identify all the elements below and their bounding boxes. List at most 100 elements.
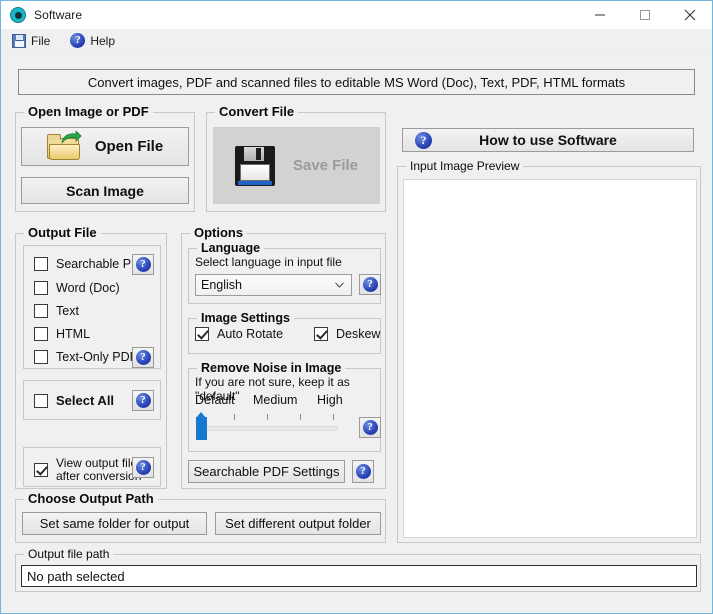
checkbox-auto-rotate[interactable]: Auto Rotate xyxy=(195,327,283,341)
help-button-language[interactable]: ? xyxy=(359,274,381,295)
output-file-path-group: Output file path No path selected xyxy=(15,547,701,592)
checkbox-view-output-label: View output files after conversion xyxy=(56,457,143,483)
convert-file-group-title: Convert File xyxy=(215,104,299,119)
output-formats-box: Searchable PDF ? Word (Doc) Text HTML Te… xyxy=(23,245,161,369)
menu-bar: File ? Help xyxy=(1,29,712,53)
checkbox-deskew[interactable]: Deskew xyxy=(314,327,380,341)
input-image-preview-title: Input Image Preview xyxy=(406,159,524,173)
save-file-label: Save File xyxy=(292,157,359,174)
noise-slider-track[interactable] xyxy=(201,426,338,431)
remove-noise-title: Remove Noise in Image xyxy=(197,361,346,375)
checkbox-word-doc[interactable]: Word (Doc) xyxy=(34,281,120,295)
noise-tick-label-medium: Medium xyxy=(253,393,298,407)
help-button-view-output[interactable]: ? xyxy=(132,457,154,478)
checkbox-view-output-box[interactable] xyxy=(34,463,48,477)
scan-image-button[interactable]: Scan Image xyxy=(21,177,189,204)
question-circle-icon: ? xyxy=(135,350,151,365)
minimize-icon[interactable] xyxy=(577,1,622,29)
output-file-path-value: No path selected xyxy=(27,568,125,584)
question-circle-icon: ? xyxy=(355,464,371,479)
open-file-button[interactable]: Open File xyxy=(21,127,189,166)
open-image-group-title: Open Image or PDF xyxy=(24,104,153,119)
checkbox-select-all[interactable]: Select All xyxy=(34,393,114,408)
banner-text: Convert images, PDF and scanned files to… xyxy=(18,69,695,95)
help-button-noise[interactable]: ? xyxy=(359,417,381,438)
output-file-group: Output File Searchable PDF ? Word (Doc) … xyxy=(15,225,167,489)
language-title: Language xyxy=(197,241,265,255)
scan-image-label: Scan Image xyxy=(66,182,144,199)
help-button-text-only-pdf[interactable]: ? xyxy=(132,347,154,368)
save-file-button[interactable]: Save File xyxy=(213,127,380,204)
noise-tick-label-high: High xyxy=(317,393,343,407)
noise-slider-thumb[interactable] xyxy=(196,412,207,440)
checkbox-html-label: HTML xyxy=(56,327,91,341)
menu-item-file-label: File xyxy=(31,33,51,48)
checkbox-text-box[interactable] xyxy=(34,304,48,318)
output-file-group-title: Output File xyxy=(24,225,101,240)
checkbox-word-doc-label: Word (Doc) xyxy=(56,281,120,295)
language-hint: Select language in input file xyxy=(195,255,342,269)
view-output-line2: after conversion xyxy=(56,469,142,483)
language-select-value: English xyxy=(201,278,242,292)
checkbox-word-doc-box[interactable] xyxy=(34,281,48,295)
window-title: Software xyxy=(34,8,83,22)
open-file-label: Open File xyxy=(94,138,164,155)
checkbox-select-all-label: Select All xyxy=(56,393,115,408)
maximize-icon[interactable] xyxy=(622,1,667,29)
output-file-path-input[interactable]: No path selected xyxy=(21,565,697,587)
question-circle-icon: ? xyxy=(135,393,151,408)
open-image-group: Open Image or PDF Open File Scan Image xyxy=(15,104,195,212)
menu-item-help[interactable]: ? Help xyxy=(67,32,118,49)
checkbox-searchable-pdf[interactable]: Searchable PDF xyxy=(34,257,148,271)
checkbox-deskew-box[interactable] xyxy=(314,327,328,341)
checkbox-auto-rotate-box[interactable] xyxy=(195,327,209,341)
floppy-disk-icon xyxy=(234,145,275,186)
searchable-pdf-settings-label: Searchable PDF Settings xyxy=(193,464,340,479)
checkbox-select-all-box[interactable] xyxy=(34,393,48,408)
app-window: Software File ? Help Convert images, PDF… xyxy=(0,0,713,614)
set-same-folder-button[interactable]: Set same folder for output xyxy=(22,512,207,535)
options-group: Options Language Select language in inpu… xyxy=(181,225,386,489)
close-icon[interactable] xyxy=(667,1,712,29)
floppy-save-icon xyxy=(12,33,26,48)
help-button-searchable-pdf-settings[interactable]: ? xyxy=(352,460,374,483)
app-circle-icon xyxy=(10,7,26,23)
noise-slider-ticks xyxy=(195,413,345,421)
checkbox-text[interactable]: Text xyxy=(34,304,79,318)
question-circle-icon: ? xyxy=(70,33,86,48)
banner-container: Convert images, PDF and scanned files to… xyxy=(10,61,703,104)
checkbox-html[interactable]: HTML xyxy=(34,327,90,341)
menu-item-file[interactable]: File xyxy=(9,33,53,49)
question-circle-icon: ? xyxy=(135,460,151,475)
input-image-preview-group: Input Image Preview xyxy=(397,159,701,543)
view-output-box: View output files after conversion ? xyxy=(23,447,161,487)
output-file-path-title: Output file path xyxy=(24,547,114,561)
image-settings-box: Image Settings Auto Rotate Deskew xyxy=(188,311,381,354)
set-different-folder-button[interactable]: Set different output folder xyxy=(215,512,381,535)
output-path-group: Choose Output Path Set same folder for o… xyxy=(15,491,386,543)
language-select[interactable]: English xyxy=(195,274,352,296)
set-different-folder-label: Set different output folder xyxy=(225,516,371,531)
help-button-searchable-pdf[interactable]: ? xyxy=(132,254,154,275)
how-to-use-software-label: How to use Software xyxy=(479,132,617,148)
how-to-use-software-button[interactable]: ? How to use Software xyxy=(402,128,694,152)
set-same-folder-label: Set same folder for output xyxy=(39,516,190,531)
question-circle-icon: ? xyxy=(362,420,378,435)
checkbox-text-only-pdf-box[interactable] xyxy=(34,350,48,364)
help-button-select-all[interactable]: ? xyxy=(132,390,154,411)
select-all-box: Select All ? xyxy=(23,380,161,420)
question-circle-icon: ? xyxy=(415,131,432,149)
checkbox-html-box[interactable] xyxy=(34,327,48,341)
window-controls xyxy=(577,1,712,29)
options-group-title: Options xyxy=(190,225,248,240)
input-image-preview-area[interactable] xyxy=(403,179,697,538)
checkbox-searchable-pdf-box[interactable] xyxy=(34,257,48,271)
menu-item-help-label: Help xyxy=(90,33,116,48)
checkbox-text-only-pdf-label: Text-Only PDF xyxy=(56,350,138,364)
checkbox-text-label: Text xyxy=(56,304,79,318)
noise-slider[interactable] xyxy=(195,412,345,445)
chevron-down-icon xyxy=(335,282,344,288)
searchable-pdf-settings-button[interactable]: Searchable PDF Settings xyxy=(188,460,345,483)
checkbox-view-output[interactable]: View output files after conversion xyxy=(34,457,143,483)
checkbox-text-only-pdf[interactable]: Text-Only PDF xyxy=(34,350,137,364)
